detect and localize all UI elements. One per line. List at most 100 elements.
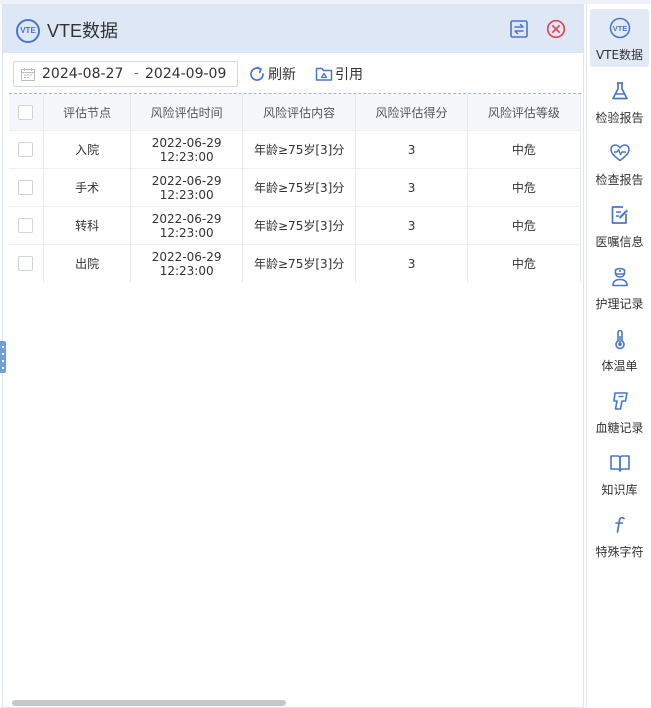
assessment-table-container: 评估节点 风险评估时间 风险评估内容 风险评估得分 风险评估等级 入院 2022…: [9, 93, 581, 697]
score-cell: 3: [355, 130, 468, 169]
table-row[interactable]: 转科 2022-06-29 12:23:00 年龄≥75岁[3]分 3 中危: [9, 206, 581, 245]
time-clock: 12:23:00: [159, 187, 214, 202]
close-circle-icon: [546, 19, 566, 39]
vte-logo-icon: VTE: [16, 19, 40, 43]
time-date: 2022-06-29: [151, 249, 222, 264]
table-header-row: 评估节点 风险评估时间 风险评估内容 风险评估得分 风险评估等级: [9, 94, 581, 131]
row-checkbox-cell: [9, 130, 44, 169]
score-cell: 3: [355, 244, 468, 282]
heart-pulse-icon: [610, 144, 630, 162]
table-row[interactable]: 手术 2022-06-29 12:23:00 年龄≥75岁[3]分 3 中危: [9, 168, 581, 207]
sidebar-item-label: 知识库: [601, 483, 638, 497]
column-header[interactable]: 风险评估时间: [130, 94, 243, 131]
sidebar-item-label: VTE数据: [595, 48, 644, 62]
calendar-icon: [21, 68, 35, 81]
sidebar-item-lab-report[interactable]: 检验报告: [590, 72, 649, 130]
cite-label: 引用: [335, 67, 363, 83]
scrollbar-thumb[interactable]: [12, 700, 286, 706]
content-cell: 年龄≥75岁[3]分: [242, 168, 357, 207]
table-row[interactable]: 出院 2022-06-29 12:23:00 年龄≥75岁[3]分 3 中危: [9, 244, 581, 282]
sidebar-item-glucose-record[interactable]: 血糖记录: [590, 382, 649, 440]
sidebar-item-label: 检查报告: [595, 173, 644, 187]
right-sidebar: VTE VTE数据 检验报告 检查报告 医嘱信息 护理记录 体温单 血糖记录 知…: [586, 4, 651, 708]
time-cell: 2022-06-29 12:23:00: [130, 130, 243, 169]
flask-icon: [612, 82, 628, 100]
cite-button[interactable]: 引用: [315, 63, 371, 85]
row-checkbox-cell: [9, 168, 44, 207]
row-checkbox[interactable]: [18, 142, 34, 157]
thermometer-icon: [615, 329, 625, 350]
sidebar-item-knowledge-base[interactable]: 知识库: [590, 444, 649, 502]
vte-data-panel: VTE VTE数据 2024-08-27 - 2024-09-09 刷新 引用 …: [2, 4, 584, 708]
row-checkbox-cell: [9, 206, 44, 245]
level-cell: 中危: [467, 244, 581, 282]
row-checkbox[interactable]: [18, 256, 34, 271]
time-clock: 12:23:00: [159, 149, 214, 164]
node-cell: 入院: [43, 130, 132, 169]
nurse-icon: [612, 267, 628, 287]
node-cell: 手术: [43, 168, 132, 207]
folder-cite-icon: [315, 67, 333, 81]
sidebar-item-label: 血糖记录: [595, 421, 644, 435]
end-date-input[interactable]: 2024-09-09: [145, 66, 226, 82]
sidebar-item-special-characters[interactable]: 特殊字符: [590, 506, 649, 564]
horizontal-scrollbar[interactable]: [9, 697, 581, 707]
select-all-cell: [9, 94, 44, 131]
node-cell: 出院: [43, 244, 132, 282]
node-cell: 转科: [43, 206, 132, 245]
sidebar-item-label: 特殊字符: [595, 545, 644, 559]
close-button[interactable]: [546, 19, 566, 39]
edit-document-icon: [611, 206, 628, 224]
column-header[interactable]: 风险评估等级: [467, 94, 581, 131]
vte-assessment-table: 评估节点 风险评估时间 风险评估内容 风险评估得分 风险评估等级 入院 2022…: [9, 94, 581, 282]
sidebar-item-label: 医嘱信息: [595, 235, 644, 249]
row-checkbox-cell: [9, 244, 44, 282]
column-header[interactable]: 评估节点: [43, 94, 132, 131]
date-separator: -: [134, 66, 139, 81]
swap-button[interactable]: [509, 19, 529, 39]
content-cell: 年龄≥75岁[3]分: [242, 130, 357, 169]
time-cell: 2022-06-29 12:23:00: [130, 206, 243, 245]
select-all-checkbox[interactable]: [18, 104, 34, 120]
svg-text:VTE: VTE: [613, 24, 628, 33]
time-cell: 2022-06-29 12:23:00: [130, 168, 243, 207]
time-date: 2022-06-29: [151, 211, 222, 226]
row-checkbox[interactable]: [18, 218, 34, 233]
time-cell: 2022-06-29 12:23:00: [130, 244, 243, 282]
book-icon: [610, 455, 630, 472]
sidebar-item-vte-data[interactable]: VTE VTE数据: [590, 9, 649, 67]
level-cell: 中危: [467, 130, 581, 169]
time-clock: 12:23:00: [159, 225, 214, 240]
swap-icon: [510, 20, 528, 38]
sidebar-item-orders[interactable]: 医嘱信息: [590, 196, 649, 254]
panel-resize-handle[interactable]: [0, 341, 6, 373]
column-header[interactable]: 风险评估内容: [242, 94, 357, 131]
refresh-label: 刷新: [268, 67, 296, 83]
content-cell: 年龄≥75岁[3]分: [242, 244, 357, 282]
function-symbol-icon: [615, 516, 625, 533]
content-cell: 年龄≥75岁[3]分: [242, 206, 357, 245]
start-date-input[interactable]: 2024-08-27: [42, 66, 123, 82]
date-range-picker[interactable]: 2024-08-27 - 2024-09-09: [13, 61, 238, 87]
refresh-icon: [250, 66, 264, 81]
score-cell: 3: [355, 206, 468, 245]
sidebar-item-temperature-chart[interactable]: 体温单: [590, 320, 649, 378]
sidebar-item-nursing-record[interactable]: 护理记录: [590, 258, 649, 316]
sidebar-item-label: 护理记录: [595, 297, 644, 311]
panel-title: VTE数据: [47, 21, 119, 41]
glucose-meter-icon: [613, 392, 628, 410]
time-date: 2022-06-29: [151, 173, 222, 188]
score-cell: 3: [355, 168, 468, 207]
level-cell: 中危: [467, 206, 581, 245]
time-clock: 12:23:00: [159, 263, 214, 278]
sidebar-item-label: 体温单: [601, 359, 638, 373]
column-header[interactable]: 风险评估得分: [355, 94, 468, 131]
level-cell: 中危: [467, 168, 581, 207]
sidebar-item-label: 检验报告: [595, 111, 644, 125]
time-date: 2022-06-29: [151, 135, 222, 150]
sidebar-item-exam-report[interactable]: 检查报告: [590, 134, 649, 192]
row-checkbox[interactable]: [18, 180, 34, 195]
refresh-button[interactable]: 刷新: [248, 63, 304, 85]
table-row[interactable]: 入院 2022-06-29 12:23:00 年龄≥75岁[3]分 3 中危: [9, 130, 581, 169]
panel-header: VTE VTE数据: [3, 5, 583, 53]
